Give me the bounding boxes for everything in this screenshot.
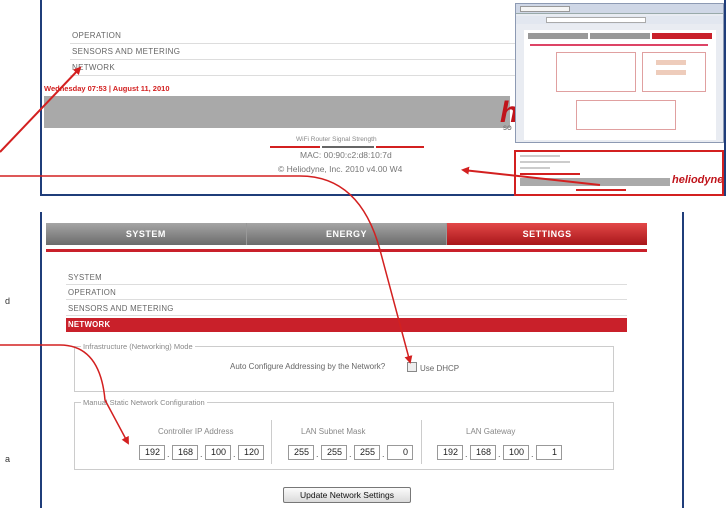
settings-menu-sensors[interactable]: SENSORS AND METERING [66,302,627,316]
settings-menu-network[interactable]: NETWORK [66,318,627,332]
arrow-zoom-to-thumb [463,173,514,176]
signal-strength-label: WiFi Router Signal Strength [296,136,377,143]
copyright: © Heliodyne, Inc. 2010 v4.00 W4 [278,164,403,174]
frame-left-line [40,0,42,196]
tab-system[interactable]: SYSTEM [46,223,247,245]
zoom-inset: heliodyne [514,150,724,196]
thumb-divider [530,44,708,46]
thumb-tab [520,6,570,12]
gateway-octet-4[interactable]: 1 [536,445,562,460]
main-tabs: SYSTEM ENERGY SETTINGS [46,223,648,245]
zoom-menu-line-1 [520,155,560,157]
group-separator-2 [421,420,422,464]
gateway-dot: . [498,449,501,459]
ip-octet-2[interactable]: 168 [172,445,198,460]
manual-legend: Manual Static Network Configuration [83,398,205,407]
zoom-menu-line-2 [520,161,570,163]
arrow-to-zoom-left [464,171,512,172]
thumb-value-2 [656,70,686,75]
dhcp-checkbox-label[interactable]: Use DHCP [420,364,459,373]
top-menu-sensors[interactable]: SENSORS AND METERING [70,44,520,60]
signal-bar-1 [270,146,320,148]
subnet-mask-label: LAN Subnet Mask [301,427,366,436]
frame-right-line-bottom [682,212,684,508]
frame-right-line [724,0,726,196]
tab-settings[interactable]: SETTINGS [447,223,648,245]
thumb-value-1 [656,60,686,65]
logo-subtext: SO [503,126,512,132]
date-time: Wednesday 07:53 | August 11, 2010 [44,84,170,93]
gateway-label: LAN Gateway [466,427,516,436]
tab-underline [46,249,647,252]
subnet-octet-2[interactable]: 255 [321,445,347,460]
signal-bar-3 [376,146,424,148]
gateway-octet-3[interactable]: 100 [503,445,529,460]
ip-octet-3[interactable]: 100 [205,445,231,460]
signal-bar-2 [322,146,374,148]
settings-menu-system[interactable]: SYSTEM [66,271,627,285]
dhcp-question: Auto Configure Addressing by the Network… [230,362,386,371]
gateway-octet-1[interactable]: 192 [437,445,463,460]
subnet-dot: . [349,449,352,459]
arrow-to-dhcp-checkbox [0,175,413,364]
thumb-tab-energy [590,33,650,39]
header-bar [44,96,510,128]
infra-legend: Infrastructure (Networking) Mode [83,342,193,351]
ip-dot: . [167,449,170,459]
gateway-dot: . [465,449,468,459]
ip-octet-4[interactable]: 120 [238,445,264,460]
update-network-settings-button[interactable]: Update Network Settings [283,487,411,503]
thumb-box-left [556,52,636,92]
group-separator-1 [271,420,272,464]
ip-dot: . [200,449,203,459]
subnet-octet-4[interactable]: 0 [387,445,413,460]
top-menu-operation[interactable]: OPERATION [70,28,520,44]
subnet-dot: . [316,449,319,459]
gateway-octet-2[interactable]: 168 [470,445,496,460]
tab-energy[interactable]: ENERGY [246,223,448,245]
ip-octet-1[interactable]: 192 [139,445,165,460]
frame-left-line-bottom [40,212,42,508]
top-menu-network[interactable]: NETWORK [70,60,520,76]
browser-thumbnail [515,3,724,143]
controller-ip-label: Controller IP Address [158,427,234,436]
side-letter-d: d [5,296,11,306]
zoom-logo: heliodyne [672,174,724,186]
side-letter-a: a [5,454,11,464]
thumb-tab-system [528,33,588,39]
frame-bottom-line [40,194,514,196]
mac-address: MAC: 00:90:c2:d8:10:7d [300,150,392,160]
zoom-header-bar [520,178,670,186]
zoom-date-line [520,173,580,175]
subnet-dot: . [382,449,385,459]
zoom-signal-bar [576,189,626,191]
dhcp-checkbox[interactable] [407,362,417,372]
subnet-octet-1[interactable]: 255 [288,445,314,460]
subnet-octet-3[interactable]: 255 [354,445,380,460]
zoom-menu-line-3 [520,167,550,169]
settings-menu-operation[interactable]: OPERATION [66,286,627,300]
thumb-box-bottom [576,100,676,130]
thumb-tab-settings [652,33,712,39]
thumb-address-bar [546,17,646,23]
gateway-dot: . [531,449,534,459]
ip-dot: . [233,449,236,459]
